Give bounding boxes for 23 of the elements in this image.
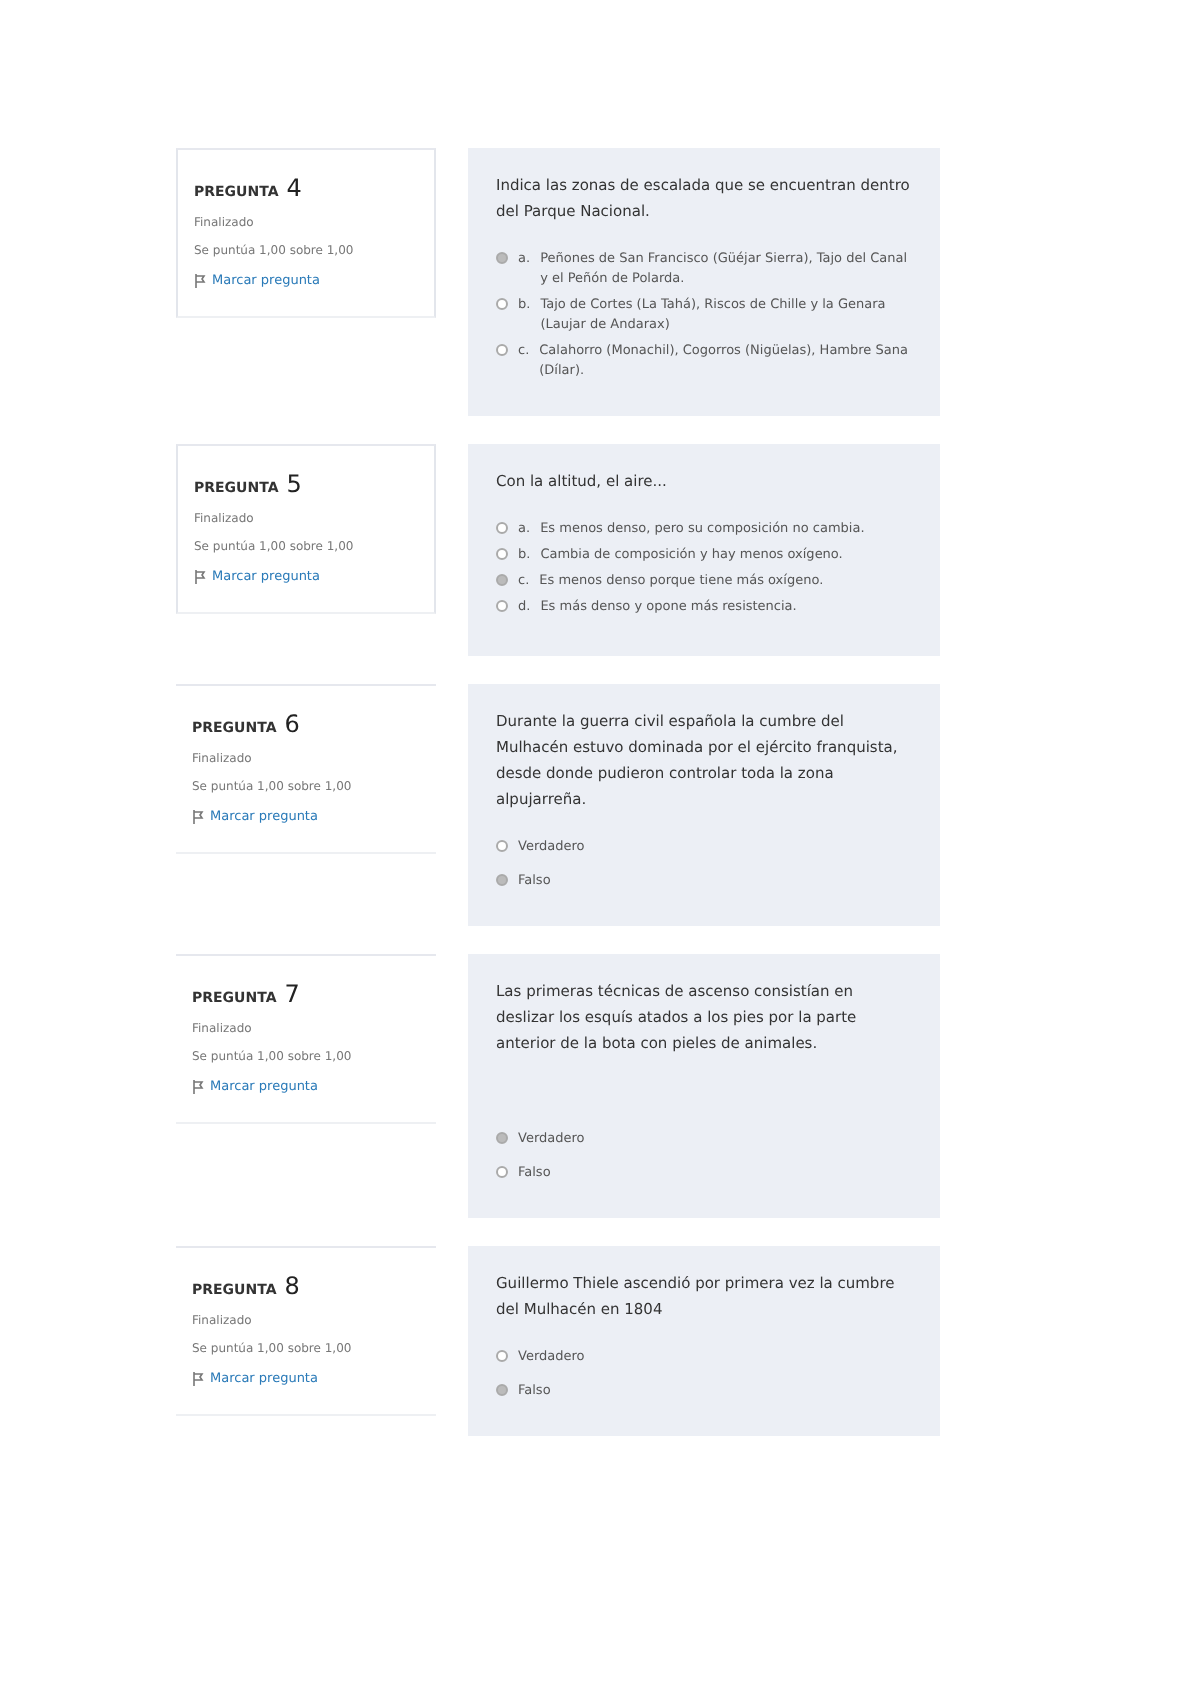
radio-button[interactable] bbox=[496, 1384, 508, 1396]
radio-button[interactable] bbox=[496, 874, 508, 886]
flag-icon bbox=[192, 1371, 204, 1385]
radio-button[interactable] bbox=[496, 840, 508, 852]
question-number: 4 bbox=[286, 174, 302, 202]
question-number: 8 bbox=[284, 1272, 300, 1300]
radio-button[interactable] bbox=[496, 548, 508, 560]
flag-icon bbox=[192, 809, 204, 823]
radio-button[interactable] bbox=[496, 344, 508, 356]
flag-icon bbox=[194, 569, 206, 583]
radio-button[interactable] bbox=[496, 522, 508, 534]
flag-icon bbox=[192, 1079, 204, 1093]
question-number: 5 bbox=[286, 470, 302, 498]
radio-button[interactable] bbox=[496, 252, 508, 264]
radio-button[interactable] bbox=[496, 1350, 508, 1362]
radio-button[interactable] bbox=[496, 298, 508, 310]
radio-button[interactable] bbox=[496, 574, 508, 586]
question-number: 6 bbox=[284, 710, 300, 738]
radio-button[interactable] bbox=[496, 1166, 508, 1178]
question-number: 7 bbox=[284, 980, 300, 1008]
radio-button[interactable] bbox=[496, 1132, 508, 1144]
radio-button[interactable] bbox=[496, 600, 508, 612]
flag-icon bbox=[194, 273, 206, 287]
